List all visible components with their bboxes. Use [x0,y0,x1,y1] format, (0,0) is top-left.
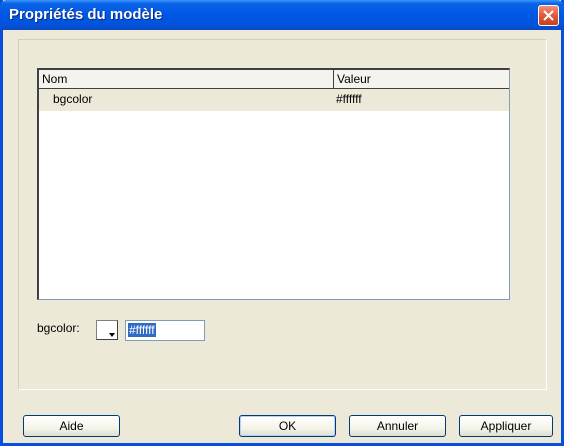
close-icon [543,10,554,21]
ok-button[interactable]: OK [239,415,336,437]
column-header-value[interactable]: Valeur [334,70,508,88]
bgcolor-label: bgcolor: [37,321,80,335]
list-header: Nom Valeur [39,70,509,89]
properties-list[interactable]: Nom Valeur bgcolor #ffffff [37,68,510,300]
help-button[interactable]: Aide [23,415,120,437]
property-value: #ffffff [336,92,362,106]
color-picker-button[interactable] [96,320,118,340]
column-header-name[interactable]: Nom [39,70,334,88]
chevron-down-icon [109,333,115,337]
color-hex-input[interactable]: #ffffff [125,320,205,341]
window-title: Propriétés du modèle [9,6,163,23]
apply-button[interactable]: Appliquer [459,415,553,437]
close-button[interactable] [538,5,559,26]
hex-value-selection: #ffffff [128,323,156,337]
list-item[interactable]: bgcolor #ffffff [39,89,509,111]
cancel-button[interactable]: Annuler [349,415,446,437]
property-name: bgcolor [53,92,93,106]
title-bar[interactable]: Propriétés du modèle [0,0,564,30]
